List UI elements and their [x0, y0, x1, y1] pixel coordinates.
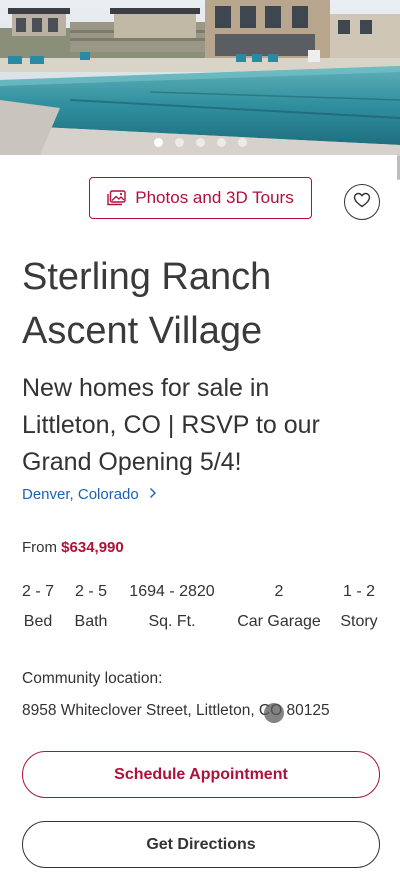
carousel-indicators — [0, 138, 400, 148]
stat-value: 2 - 7 — [22, 583, 55, 600]
carousel-dot[interactable] — [237, 138, 247, 147]
stat-value: 1 - 2 — [342, 583, 375, 600]
stat-label: Sq. Ft. — [148, 613, 196, 630]
stat-value: 2 - 5 — [74, 583, 107, 600]
community-title: Sterling Ranch Ascent Village — [22, 250, 362, 358]
carousel-dot[interactable] — [174, 138, 184, 147]
location-link-label: Denver, Colorado — [22, 486, 139, 503]
price-prefix: From — [22, 539, 57, 556]
hero-image-carousel[interactable] — [0, 0, 400, 155]
stat-label: Car Garage — [237, 613, 321, 630]
stat-value: 1694 - 2820 — [129, 583, 215, 600]
community-title-line1: Sterling Ranch — [22, 256, 272, 298]
stat-story: 1 - 2 Story — [338, 583, 380, 631]
community-title-line2: Ascent Village — [22, 310, 263, 352]
schedule-appointment-button[interactable]: Schedule Appointment — [22, 751, 380, 798]
image-gallery-icon — [107, 190, 126, 206]
touch-indicator — [264, 703, 284, 723]
pool-photo — [0, 0, 400, 155]
stat-bed: 2 - 7 Bed — [22, 583, 54, 631]
photos-3d-tours-label: Photos and 3D Tours — [135, 188, 294, 207]
photos-3d-tours-button[interactable]: Photos and 3D Tours — [89, 177, 312, 219]
chevron-right-icon — [149, 486, 157, 503]
community-headline: New homes for sale in Littleton, CO | RS… — [22, 374, 320, 476]
community-location-label: Community location: — [22, 670, 163, 687]
get-directions-button[interactable]: Get Directions — [22, 821, 380, 868]
carousel-dot[interactable] — [195, 138, 205, 147]
stat-label: Bath — [74, 613, 108, 630]
stat-label: Story — [340, 613, 378, 630]
carousel-dot[interactable] — [216, 138, 226, 147]
stat-sqft: 1694 - 2820 Sq. Ft. — [125, 583, 219, 631]
heart-icon — [353, 192, 371, 213]
stat-bath: 2 - 5 Bath — [73, 583, 109, 631]
price: From $634,990 — [22, 539, 124, 556]
location-link[interactable]: Denver, Colorado — [22, 486, 157, 503]
stat-value: 2 — [274, 583, 284, 600]
carousel-dot[interactable] — [153, 138, 163, 147]
favorite-button[interactable] — [344, 184, 380, 220]
price-amount: $634,990 — [61, 539, 124, 556]
stat-garage: 2 Car Garage — [234, 583, 324, 631]
stat-label: Bed — [23, 613, 53, 630]
